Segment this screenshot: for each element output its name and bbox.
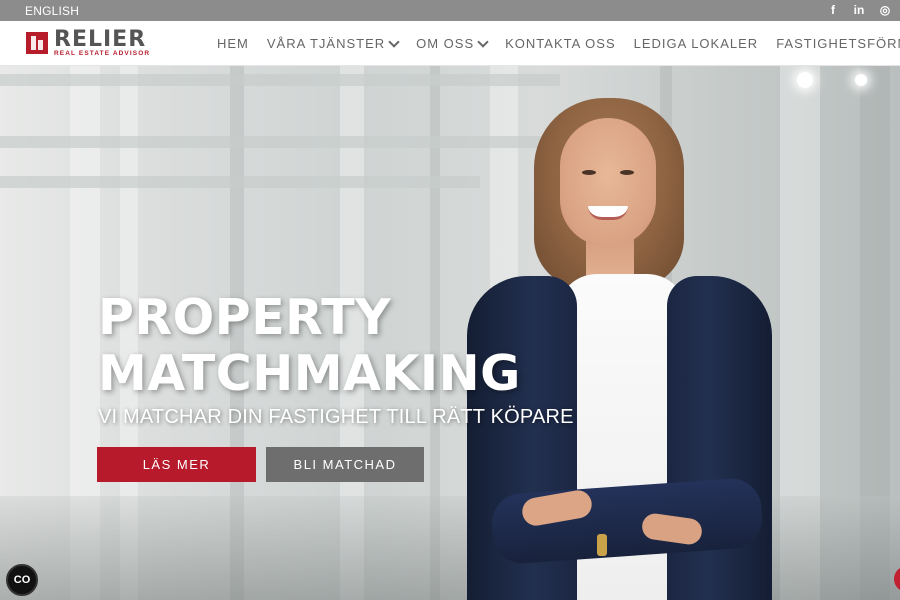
main-navigation: HEM VÅRA TJÄNSTER OM OSS KONTAKTA OSS LE…	[217, 21, 900, 65]
cookie-consent-icon[interactable]: CO	[6, 564, 38, 596]
logo[interactable]: RELIER REAL ESTATE ADVISOR	[26, 27, 151, 58]
hero-subheadline: VI MATCHAR DIN FASTIGHET TILL RÄTT KÖPAR…	[98, 406, 574, 428]
nav-item-label: VÅRA TJÄNSTER	[266, 36, 386, 51]
nav-item-label: OM OSS	[416, 36, 475, 51]
nav-item-fastighetsformedling[interactable]: FASTIGHETSFÖRMEDLI	[776, 36, 900, 51]
logo-name: RELIER	[54, 27, 147, 52]
nav-item-om-oss[interactable]: OM OSS	[416, 35, 489, 51]
ceiling-light	[797, 72, 813, 88]
linkedin-icon[interactable]: in	[852, 3, 866, 17]
nav-item-kontakta-oss[interactable]: KONTAKTA OSS	[505, 36, 615, 51]
hero-banner: PROPERTY MATCHMAKING VI MATCHAR DIN FAST…	[0, 66, 900, 600]
headline-line-1: PROPERTY	[98, 289, 392, 346]
nav-item-label: FASTIGHETSFÖRMEDLI	[776, 36, 900, 51]
nav-item-lediga-lokaler[interactable]: LEDIGA LOKALER	[634, 36, 759, 51]
hero-headline: PROPERTY MATCHMAKING	[98, 290, 521, 402]
logo-mark-icon	[26, 32, 48, 54]
chevron-down-icon	[388, 35, 400, 48]
person-watch	[597, 534, 607, 556]
nav-item-label: KONTAKTA OSS	[505, 36, 616, 51]
instagram-icon[interactable]: ◎	[878, 3, 892, 17]
nav-item-vara-tjanster[interactable]: VÅRA TJÄNSTER	[266, 35, 400, 51]
logo-tagline: REAL ESTATE ADVISOR	[54, 50, 151, 57]
person-smile	[588, 206, 628, 220]
read-more-button[interactable]: LÄS MER	[97, 447, 256, 482]
top-utility-bar: ENGLISH f in ◎	[0, 0, 900, 21]
chevron-down-icon	[477, 35, 489, 48]
nav-item-hem[interactable]: HEM	[217, 36, 249, 51]
person-face	[560, 118, 656, 246]
facebook-icon[interactable]: f	[826, 3, 840, 17]
person-eye	[582, 170, 596, 175]
person-eye	[620, 170, 634, 175]
headline-line-2: MATCHMAKING	[98, 345, 521, 402]
background-beam	[0, 176, 480, 188]
social-links: f in ◎	[826, 3, 892, 17]
nav-item-label: LEDIGA LOKALER	[633, 36, 759, 51]
nav-item-label: HEM	[217, 36, 249, 51]
language-switch-link[interactable]: ENGLISH	[25, 4, 79, 18]
ceiling-light	[855, 74, 867, 86]
background-beam	[0, 74, 560, 86]
get-matched-button[interactable]: BLI MATCHAD	[266, 447, 424, 482]
site-header: RELIER REAL ESTATE ADVISOR HEM VÅRA TJÄN…	[0, 21, 900, 66]
